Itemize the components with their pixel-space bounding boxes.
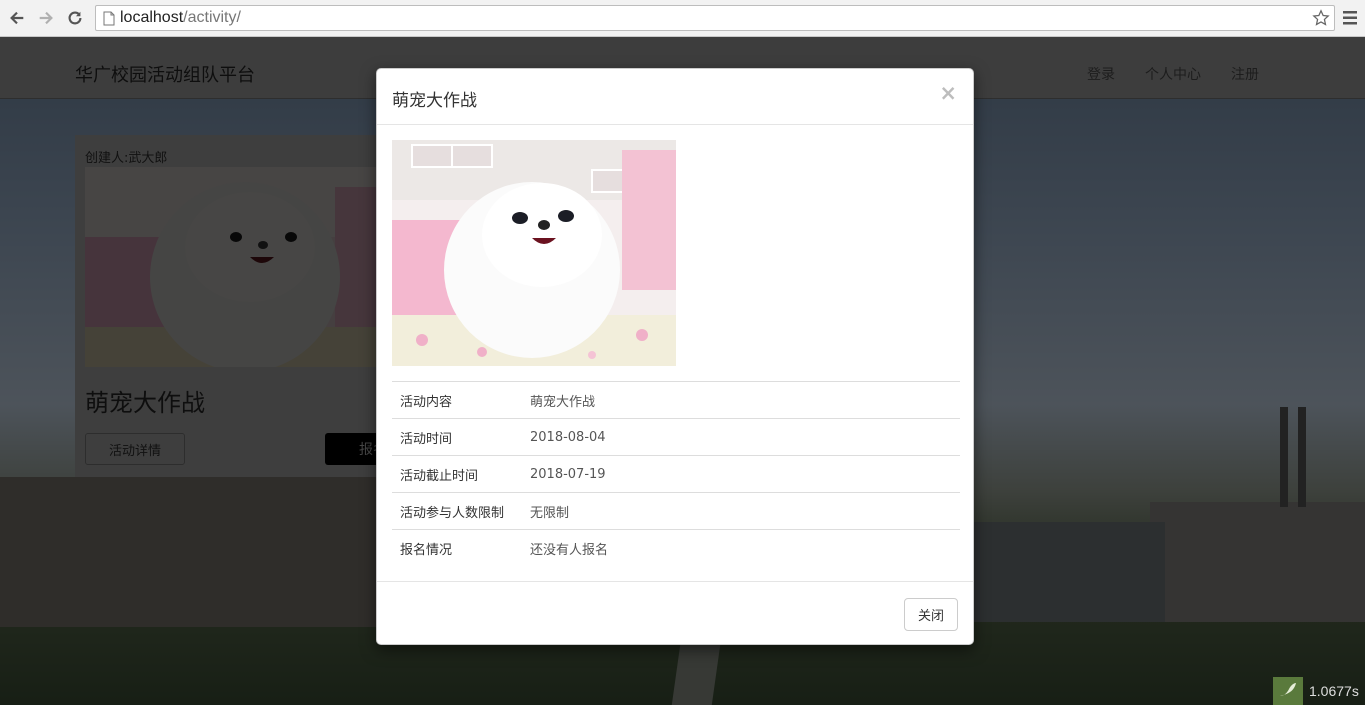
row-label: 活动截止时间: [392, 455, 522, 493]
row-value: 无限制: [522, 492, 960, 530]
url-text: localhost/activity/: [120, 9, 241, 27]
modal-title: 萌宠大作战: [392, 91, 477, 111]
url-path: /activity/: [183, 9, 241, 26]
browser-toolbar: localhost/activity/: [0, 0, 1365, 37]
bookmark-star-icon[interactable]: [1312, 9, 1330, 27]
row-label: 报名情况: [392, 529, 522, 567]
reload-icon[interactable]: [65, 8, 85, 28]
page-icon: [103, 11, 115, 26]
table-row: 报名情况 还没有人报名: [392, 529, 960, 567]
activity-detail-modal: 萌宠大作战 × 活动内容 萌宠大作战 活动时间 2018-08-04 活动截止时…: [376, 68, 974, 645]
row-label: 活动参与人数限制: [392, 492, 522, 530]
perf-logo-icon: [1273, 677, 1303, 705]
row-label: 活动内容: [392, 381, 522, 419]
address-bar[interactable]: localhost/activity/: [95, 5, 1335, 31]
modal-pet-image: [392, 140, 676, 366]
forward-arrow-icon[interactable]: [36, 8, 56, 28]
table-row: 活动时间 2018-08-04: [392, 418, 960, 456]
row-value: 萌宠大作战: [522, 381, 960, 419]
url-host: localhost: [120, 9, 184, 26]
activity-info-table: 活动内容 萌宠大作战 活动时间 2018-08-04 活动截止时间 2018-0…: [392, 381, 960, 567]
table-row: 活动截止时间 2018-07-19: [392, 455, 960, 493]
modal-footer: 关闭: [377, 581, 973, 646]
back-arrow-icon[interactable]: [7, 8, 27, 28]
perf-time: 1.0677s: [1309, 683, 1359, 699]
row-label: 活动时间: [392, 418, 522, 456]
close-icon[interactable]: ×: [939, 83, 957, 104]
browser-menu-icon[interactable]: [1342, 9, 1358, 27]
perf-badge: 1.0677s: [1273, 677, 1359, 705]
row-value: 还没有人报名: [522, 529, 960, 567]
row-value: 2018-08-04: [522, 418, 960, 456]
modal-header: 萌宠大作战 ×: [377, 69, 973, 125]
row-value: 2018-07-19: [522, 455, 960, 493]
table-row: 活动内容 萌宠大作战: [392, 381, 960, 419]
close-button[interactable]: 关闭: [904, 598, 958, 631]
table-row: 活动参与人数限制 无限制: [392, 492, 960, 530]
